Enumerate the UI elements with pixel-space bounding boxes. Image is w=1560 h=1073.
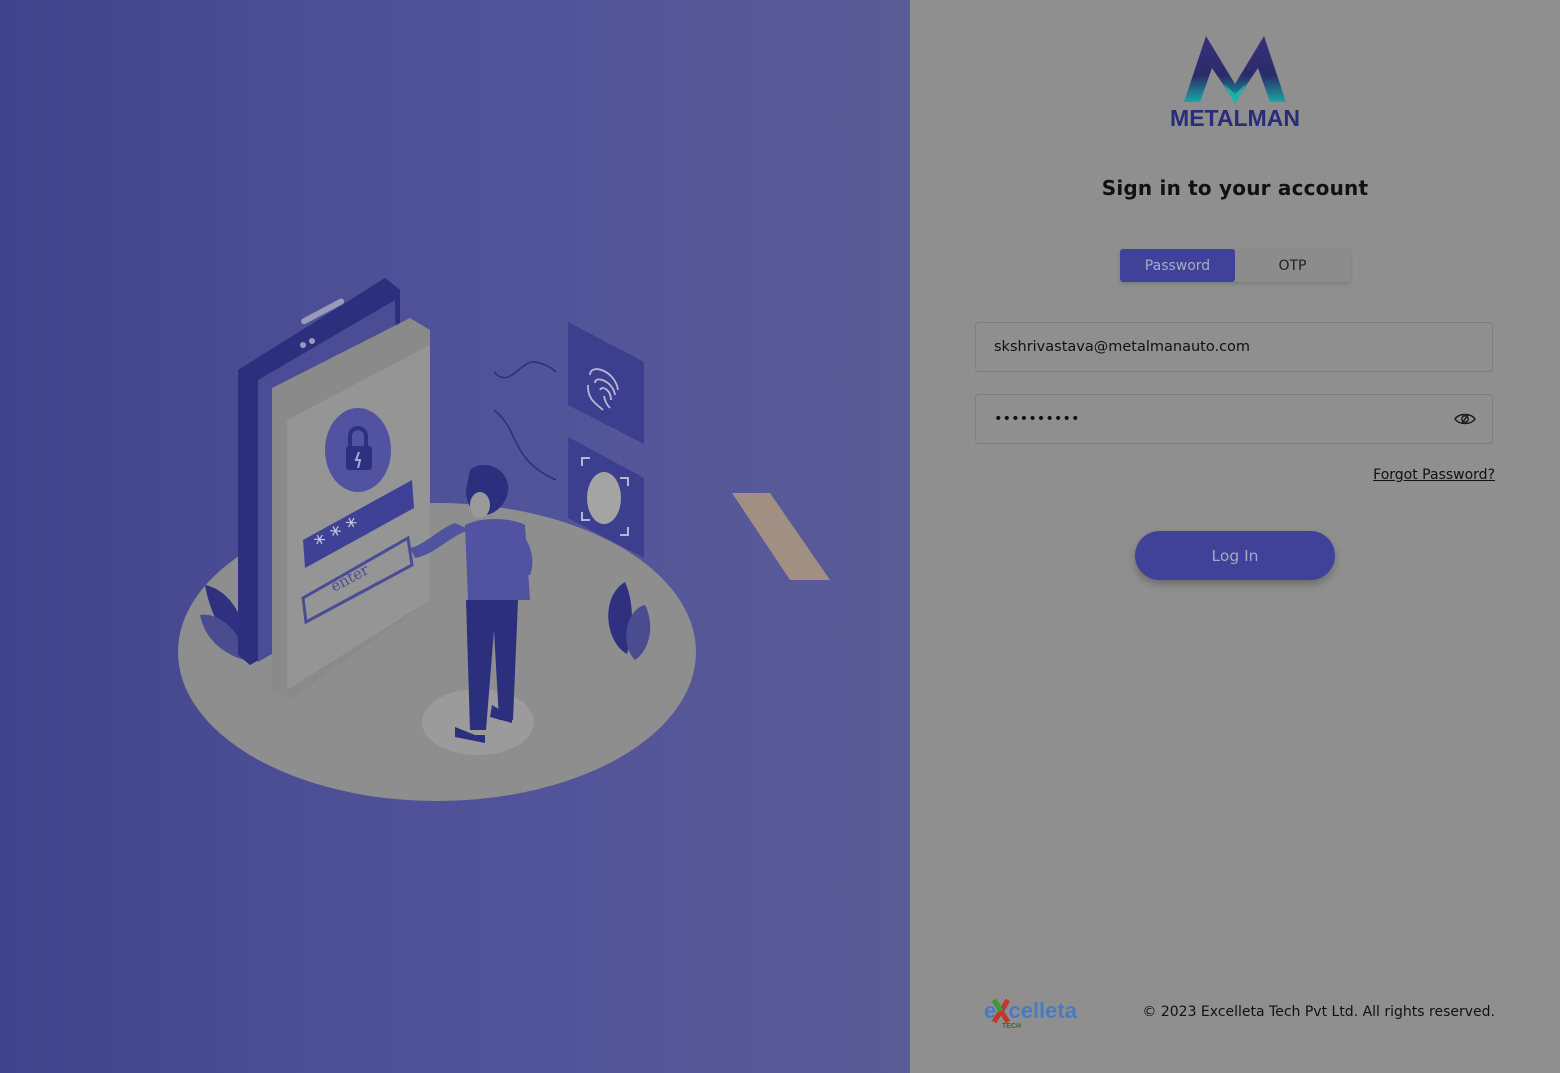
eye-icon[interactable]: [1454, 412, 1476, 426]
logo-wordmark: METALMAN: [1170, 105, 1300, 130]
email-field-container: [975, 322, 1493, 372]
shadow-strip: [732, 493, 830, 580]
login-panel: METALMAN Sign in to your account Passwor…: [910, 0, 1560, 1073]
tab-otp[interactable]: OTP: [1235, 249, 1350, 282]
login-method-toggle: Password OTP: [1120, 249, 1350, 282]
page-title: Sign in to your account: [1101, 176, 1369, 200]
tab-password[interactable]: Password: [1120, 249, 1235, 282]
illustration-panel: * * * enter: [0, 0, 910, 1073]
excelleta-logo: excelleta TECH: [984, 998, 1078, 1030]
security-illustration: * * * enter: [178, 278, 830, 801]
password-field[interactable]: [992, 410, 1448, 428]
fingerprint-card: [568, 322, 644, 444]
login-button[interactable]: Log In: [1135, 531, 1335, 580]
password-field-container: [975, 394, 1493, 444]
excelleta-subtext: TECH: [1002, 1023, 1021, 1030]
copyright-text: © 2023 Excelleta Tech Pvt Ltd. All right…: [1142, 1004, 1495, 1020]
metalman-logo: METALMAN: [1170, 36, 1300, 130]
email-field[interactable]: [992, 338, 1476, 356]
forgot-password-link[interactable]: Forgot Password?: [1373, 467, 1495, 483]
